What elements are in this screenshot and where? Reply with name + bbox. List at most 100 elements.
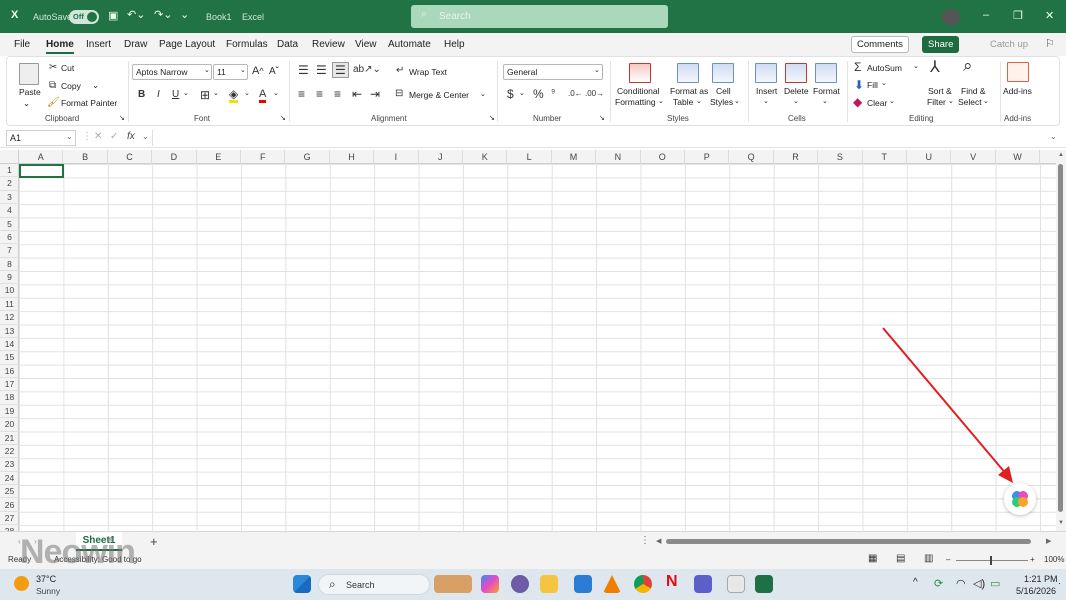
cell-styles-icon[interactable] — [712, 63, 734, 83]
clipboard-launcher-icon[interactable]: ↘ — [119, 114, 125, 122]
vlc-icon[interactable] — [603, 575, 621, 593]
comma-style-icon[interactable]: ⁹ — [551, 88, 555, 100]
share-button[interactable]: Share — [922, 36, 960, 53]
page-break-view-icon[interactable]: ▥ — [924, 553, 933, 564]
catch-up-button[interactable]: Catch up — [990, 39, 1028, 50]
font-name-select[interactable]: Aptos Narrow — [132, 64, 212, 80]
worksheet-grid[interactable]: ABCDEFGHIJKLMNOPQRSTUVW 1 2 3 4 5 6 7 8 9 10 11 12 1… — [0, 150, 1056, 531]
autosave-toggle[interactable]: Off — [69, 10, 99, 24]
clear-dropdown-icon[interactable]: ⌄ — [889, 97, 895, 105]
currency-icon[interactable]: $ — [507, 88, 514, 100]
sort-filter-icon[interactable]: ⅄ — [930, 60, 940, 76]
decrease-indent-icon[interactable]: ⇤ — [352, 88, 362, 100]
more-options-icon[interactable]: ⋮ — [640, 535, 650, 546]
insert-cells-button[interactable]: Insert — [756, 86, 777, 96]
currency-dropdown-icon[interactable]: ⌄ — [519, 89, 525, 97]
underline-dropdown-icon[interactable]: ⌄ — [183, 89, 189, 97]
clear-button[interactable]: Clear — [867, 98, 887, 108]
wifi-icon[interactable]: ◠ — [956, 577, 966, 590]
tab-home[interactable]: Home — [46, 39, 74, 54]
format-painter-button[interactable]: Format Painter — [61, 98, 117, 108]
copy-dropdown-icon[interactable]: ⌄ — [92, 80, 99, 91]
normal-view-icon[interactable]: ▦ — [868, 553, 877, 564]
number-format-dropdown-icon[interactable]: ⌄ — [594, 66, 600, 74]
sort-filter-label-2[interactable]: Filter — [927, 97, 946, 107]
cancel-entry-icon[interactable]: ✕ — [94, 131, 102, 142]
more-icon[interactable]: ⋮ — [82, 131, 92, 142]
tab-page-layout[interactable]: Page Layout — [159, 39, 215, 50]
format-as-table-label-2[interactable]: Table — [673, 97, 693, 107]
scroll-up-icon[interactable]: ▲ — [1058, 152, 1064, 158]
underline-icon[interactable]: U — [172, 89, 179, 101]
add-sheet-button[interactable]: + — [150, 534, 158, 549]
name-box-dropdown-icon[interactable]: ⌄ — [66, 132, 73, 141]
restore-icon[interactable]: ❐ — [1013, 9, 1023, 22]
align-left-icon[interactable]: ≡ — [298, 88, 305, 100]
weather-condition[interactable]: Sunny — [36, 586, 60, 596]
alignment-launcher-icon[interactable]: ↘ — [489, 114, 495, 122]
clear-icon[interactable]: ◆ — [853, 96, 862, 108]
excel-taskbar-icon[interactable] — [755, 575, 773, 593]
confirm-entry-icon[interactable]: ✓ — [110, 131, 118, 142]
increase-font-icon[interactable]: A ^ — [252, 65, 264, 77]
scroll-left-icon[interactable]: ◀ — [656, 537, 661, 545]
tab-help[interactable]: Help — [444, 39, 465, 50]
chrome-icon[interactable] — [634, 575, 652, 593]
find-select-dropdown-icon[interactable]: ⌄ — [983, 97, 989, 105]
borders-icon[interactable]: ⊞ — [200, 89, 210, 101]
find-select-label-1[interactable]: Find & — [961, 86, 986, 96]
comments-button[interactable]: Comments — [851, 36, 909, 53]
insert-function-icon[interactable]: fx — [127, 131, 135, 142]
align-middle-icon[interactable]: ☰ — [316, 64, 327, 76]
orientation-icon[interactable]: ab↗⌄ — [353, 64, 381, 76]
tab-review[interactable]: Review — [312, 39, 345, 50]
align-right-icon[interactable]: ≡ — [334, 88, 341, 100]
zoom-slider-thumb[interactable] — [990, 556, 992, 565]
cut-button[interactable]: Cut — [61, 63, 74, 73]
horizontal-scroll-thumb[interactable] — [666, 539, 1031, 544]
add-ins-button[interactable]: Add-ins — [1003, 86, 1032, 96]
percent-icon[interactable]: % — [533, 88, 544, 100]
cell-styles-dropdown-icon[interactable]: ⌄ — [734, 97, 740, 105]
copy-icon[interactable]: ⧉ — [49, 80, 56, 92]
fill-dropdown-icon[interactable]: ⌄ — [881, 79, 887, 87]
close-icon[interactable]: ✕ — [1045, 9, 1054, 22]
clock-date[interactable]: 5/16/2026 — [1016, 586, 1056, 596]
font-color-icon[interactable]: A — [259, 88, 267, 103]
conditional-formatting-label-2[interactable]: Formatting — [615, 97, 656, 107]
bold-icon[interactable]: B — [138, 89, 145, 101]
cut-icon[interactable]: ✂ — [49, 62, 57, 74]
add-ins-icon[interactable] — [1007, 62, 1029, 82]
tab-data[interactable]: Data — [277, 39, 298, 50]
feedback-icon[interactable]: ⚐ — [1045, 37, 1055, 50]
minimize-icon[interactable]: – — [983, 9, 989, 21]
delete-dropdown-icon[interactable]: ⌄ — [793, 97, 799, 105]
autosum-dropdown-icon[interactable]: ⌄ — [913, 62, 919, 70]
align-center-icon[interactable]: ≡ — [316, 88, 323, 100]
decrease-font-icon[interactable]: Aˇ — [269, 66, 279, 78]
conditional-formatting-label-1[interactable]: Conditional — [617, 86, 660, 96]
format-dropdown-icon[interactable]: ⌄ — [822, 97, 828, 105]
scroll-right-icon[interactable]: ▶ — [1046, 537, 1051, 545]
fill-button[interactable]: Fill — [867, 80, 878, 90]
zoom-slider[interactable] — [956, 560, 1028, 561]
delete-cells-button[interactable]: Delete — [784, 86, 809, 96]
merge-center-button[interactable]: Merge & Center — [409, 90, 469, 100]
format-as-table-icon[interactable] — [677, 63, 699, 83]
netflix-icon[interactable]: N — [666, 573, 678, 591]
vertical-scrollbar[interactable]: ▲ ▼ — [1056, 150, 1066, 531]
undo-icon[interactable]: ↶⌄ — [127, 8, 145, 21]
number-format-select[interactable]: General — [503, 64, 603, 80]
scroll-down-icon[interactable]: ▼ — [1058, 520, 1064, 526]
redo-icon[interactable]: ↷⌄ — [154, 8, 172, 21]
format-painter-icon[interactable]: 🖌 — [47, 97, 60, 109]
insert-cells-icon[interactable] — [755, 63, 777, 83]
tab-file[interactable]: File — [14, 39, 30, 50]
browser-icon[interactable] — [511, 575, 529, 593]
show-hidden-icons[interactable]: ^ — [913, 577, 918, 588]
wrap-text-icon[interactable]: ↵ — [396, 65, 404, 77]
insert-dropdown-icon[interactable]: ⌄ — [763, 97, 769, 105]
tab-formulas[interactable]: Formulas — [226, 39, 268, 50]
align-top-icon[interactable]: ☰ — [298, 64, 309, 76]
weather-sun-icon[interactable] — [14, 576, 29, 591]
